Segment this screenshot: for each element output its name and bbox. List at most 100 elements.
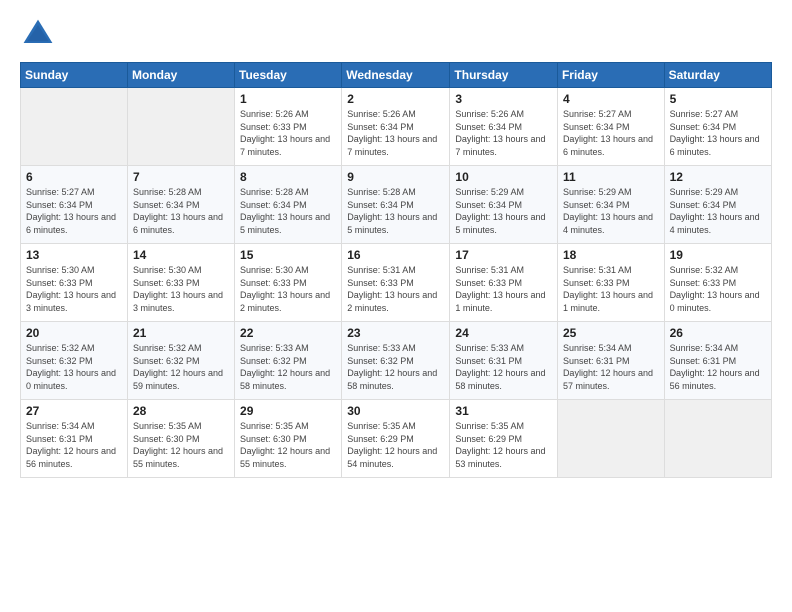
day-info: Sunrise: 5:32 AM Sunset: 6:32 PM Dayligh… bbox=[26, 342, 122, 392]
calendar: SundayMondayTuesdayWednesdayThursdayFrid… bbox=[20, 62, 772, 478]
weekday-header-friday: Friday bbox=[557, 63, 664, 88]
day-info: Sunrise: 5:30 AM Sunset: 6:33 PM Dayligh… bbox=[26, 264, 122, 314]
weekday-header-thursday: Thursday bbox=[450, 63, 558, 88]
calendar-cell: 19Sunrise: 5:32 AM Sunset: 6:33 PM Dayli… bbox=[664, 244, 771, 322]
day-number: 12 bbox=[670, 170, 766, 184]
day-info: Sunrise: 5:34 AM Sunset: 6:31 PM Dayligh… bbox=[26, 420, 122, 470]
calendar-cell: 11 Sunrise: 5:29 AM Sunset: 6:34 PM Dayli… bbox=[557, 166, 664, 244]
day-number: 2 bbox=[347, 92, 444, 106]
calendar-cell: 23Sunrise: 5:33 AM Sunset: 6:32 PM Dayli… bbox=[342, 322, 450, 400]
day-info: Sunrise: 5:27 AM Sunset: 6:34 PM Dayligh… bbox=[670, 108, 766, 158]
day-number: 18 bbox=[563, 248, 659, 262]
calendar-week-2: 13 Sunrise: 5:30 AM Sunset: 6:33 PM Dayli… bbox=[21, 244, 772, 322]
logo-icon bbox=[20, 16, 56, 52]
day-info: Sunrise: 5:27 AM Sunset: 6:34 PM Dayligh… bbox=[563, 108, 659, 158]
header bbox=[20, 16, 772, 52]
day-number: 25 bbox=[563, 326, 659, 340]
calendar-cell: 7Sunrise: 5:28 AM Sunset: 6:34 PM Daylig… bbox=[127, 166, 234, 244]
calendar-cell: 16 Sunrise: 5:31 AM Sunset: 6:33 PM Dayli… bbox=[342, 244, 450, 322]
day-info: Sunrise: 5:31 AM Sunset: 6:33 PM Dayligh… bbox=[455, 264, 552, 314]
calendar-cell: 12 Sunrise: 5:29 AM Sunset: 6:34 PM Dayli… bbox=[664, 166, 771, 244]
calendar-cell: 27 Sunrise: 5:34 AM Sunset: 6:31 PM Dayli… bbox=[21, 400, 128, 478]
logo bbox=[20, 16, 60, 52]
calendar-week-4: 27 Sunrise: 5:34 AM Sunset: 6:31 PM Dayli… bbox=[21, 400, 772, 478]
day-number: 13 bbox=[26, 248, 122, 262]
weekday-header-row: SundayMondayTuesdayWednesdayThursdayFrid… bbox=[21, 63, 772, 88]
day-info: Sunrise: 5:33 AM Sunset: 6:32 PM Dayligh… bbox=[240, 342, 336, 392]
day-number: 16 bbox=[347, 248, 444, 262]
day-info: Sunrise: 5:35 AM Sunset: 6:30 PM Dayligh… bbox=[240, 420, 336, 470]
day-number: 17 bbox=[455, 248, 552, 262]
calendar-cell: 21 Sunrise: 5:32 AM Sunset: 6:32 PM Dayli… bbox=[127, 322, 234, 400]
day-info: Sunrise: 5:33 AM Sunset: 6:32 PM Dayligh… bbox=[347, 342, 444, 392]
calendar-cell: 15Sunrise: 5:30 AM Sunset: 6:33 PM Dayli… bbox=[235, 244, 342, 322]
weekday-header-saturday: Saturday bbox=[664, 63, 771, 88]
day-info: Sunrise: 5:28 AM Sunset: 6:34 PM Dayligh… bbox=[240, 186, 336, 236]
day-info: Sunrise: 5:29 AM Sunset: 6:34 PM Dayligh… bbox=[670, 186, 766, 236]
day-number: 29 bbox=[240, 404, 336, 418]
calendar-body: 1Sunrise: 5:26 AM Sunset: 6:33 PM Daylig… bbox=[21, 88, 772, 478]
day-number: 9 bbox=[347, 170, 444, 184]
weekday-header-sunday: Sunday bbox=[21, 63, 128, 88]
weekday-header-monday: Monday bbox=[127, 63, 234, 88]
day-info: Sunrise: 5:33 AM Sunset: 6:31 PM Dayligh… bbox=[455, 342, 552, 392]
calendar-cell: 4 Sunrise: 5:27 AM Sunset: 6:34 PM Daylig… bbox=[557, 88, 664, 166]
day-info: Sunrise: 5:34 AM Sunset: 6:31 PM Dayligh… bbox=[563, 342, 659, 392]
calendar-cell: 9Sunrise: 5:28 AM Sunset: 6:34 PM Daylig… bbox=[342, 166, 450, 244]
calendar-cell: 8 Sunrise: 5:28 AM Sunset: 6:34 PM Daylig… bbox=[235, 166, 342, 244]
calendar-cell: 30 Sunrise: 5:35 AM Sunset: 6:29 PM Dayli… bbox=[342, 400, 450, 478]
day-number: 8 bbox=[240, 170, 336, 184]
day-info: Sunrise: 5:26 AM Sunset: 6:34 PM Dayligh… bbox=[347, 108, 444, 158]
day-number: 11 bbox=[563, 170, 659, 184]
calendar-cell: 6 Sunrise: 5:27 AM Sunset: 6:34 PM Daylig… bbox=[21, 166, 128, 244]
calendar-cell: 24Sunrise: 5:33 AM Sunset: 6:31 PM Dayli… bbox=[450, 322, 558, 400]
day-info: Sunrise: 5:27 AM Sunset: 6:34 PM Dayligh… bbox=[26, 186, 122, 236]
day-info: Sunrise: 5:34 AM Sunset: 6:31 PM Dayligh… bbox=[670, 342, 766, 392]
calendar-cell: 3 Sunrise: 5:26 AM Sunset: 6:34 PM Daylig… bbox=[450, 88, 558, 166]
day-number: 27 bbox=[26, 404, 122, 418]
day-number: 1 bbox=[240, 92, 336, 106]
day-number: 5 bbox=[670, 92, 766, 106]
calendar-cell: 18 Sunrise: 5:31 AM Sunset: 6:33 PM Dayli… bbox=[557, 244, 664, 322]
calendar-cell: 17 Sunrise: 5:31 AM Sunset: 6:33 PM Dayli… bbox=[450, 244, 558, 322]
day-info: Sunrise: 5:32 AM Sunset: 6:32 PM Dayligh… bbox=[133, 342, 229, 392]
calendar-cell: 14 Sunrise: 5:30 AM Sunset: 6:33 PM Dayli… bbox=[127, 244, 234, 322]
day-number: 22 bbox=[240, 326, 336, 340]
calendar-cell bbox=[127, 88, 234, 166]
day-number: 6 bbox=[26, 170, 122, 184]
calendar-cell: 10Sunrise: 5:29 AM Sunset: 6:34 PM Dayli… bbox=[450, 166, 558, 244]
day-info: Sunrise: 5:28 AM Sunset: 6:34 PM Dayligh… bbox=[133, 186, 229, 236]
day-info: Sunrise: 5:31 AM Sunset: 6:33 PM Dayligh… bbox=[347, 264, 444, 314]
day-info: Sunrise: 5:30 AM Sunset: 6:33 PM Dayligh… bbox=[240, 264, 336, 314]
calendar-cell: 20Sunrise: 5:32 AM Sunset: 6:32 PM Dayli… bbox=[21, 322, 128, 400]
day-number: 31 bbox=[455, 404, 552, 418]
calendar-cell: 26Sunrise: 5:34 AM Sunset: 6:31 PM Dayli… bbox=[664, 322, 771, 400]
calendar-week-3: 20Sunrise: 5:32 AM Sunset: 6:32 PM Dayli… bbox=[21, 322, 772, 400]
page: SundayMondayTuesdayWednesdayThursdayFrid… bbox=[0, 0, 792, 612]
day-number: 19 bbox=[670, 248, 766, 262]
day-number: 14 bbox=[133, 248, 229, 262]
calendar-cell: 2 Sunrise: 5:26 AM Sunset: 6:34 PM Daylig… bbox=[342, 88, 450, 166]
calendar-cell: 5 Sunrise: 5:27 AM Sunset: 6:34 PM Daylig… bbox=[664, 88, 771, 166]
calendar-cell: 13 Sunrise: 5:30 AM Sunset: 6:33 PM Dayli… bbox=[21, 244, 128, 322]
day-number: 28 bbox=[133, 404, 229, 418]
day-number: 3 bbox=[455, 92, 552, 106]
calendar-cell: 28 Sunrise: 5:35 AM Sunset: 6:30 PM Dayli… bbox=[127, 400, 234, 478]
day-number: 4 bbox=[563, 92, 659, 106]
calendar-cell: 29 Sunrise: 5:35 AM Sunset: 6:30 PM Dayli… bbox=[235, 400, 342, 478]
day-info: Sunrise: 5:26 AM Sunset: 6:34 PM Dayligh… bbox=[455, 108, 552, 158]
weekday-header-wednesday: Wednesday bbox=[342, 63, 450, 88]
day-number: 30 bbox=[347, 404, 444, 418]
day-info: Sunrise: 5:35 AM Sunset: 6:29 PM Dayligh… bbox=[347, 420, 444, 470]
day-info: Sunrise: 5:35 AM Sunset: 6:30 PM Dayligh… bbox=[133, 420, 229, 470]
day-info: Sunrise: 5:30 AM Sunset: 6:33 PM Dayligh… bbox=[133, 264, 229, 314]
calendar-cell bbox=[557, 400, 664, 478]
day-info: Sunrise: 5:31 AM Sunset: 6:33 PM Dayligh… bbox=[563, 264, 659, 314]
calendar-cell: 1Sunrise: 5:26 AM Sunset: 6:33 PM Daylig… bbox=[235, 88, 342, 166]
day-number: 21 bbox=[133, 326, 229, 340]
day-info: Sunrise: 5:29 AM Sunset: 6:34 PM Dayligh… bbox=[455, 186, 552, 236]
calendar-header: SundayMondayTuesdayWednesdayThursdayFrid… bbox=[21, 63, 772, 88]
calendar-cell: 22 Sunrise: 5:33 AM Sunset: 6:32 PM Dayli… bbox=[235, 322, 342, 400]
day-info: Sunrise: 5:29 AM Sunset: 6:34 PM Dayligh… bbox=[563, 186, 659, 236]
calendar-cell bbox=[21, 88, 128, 166]
